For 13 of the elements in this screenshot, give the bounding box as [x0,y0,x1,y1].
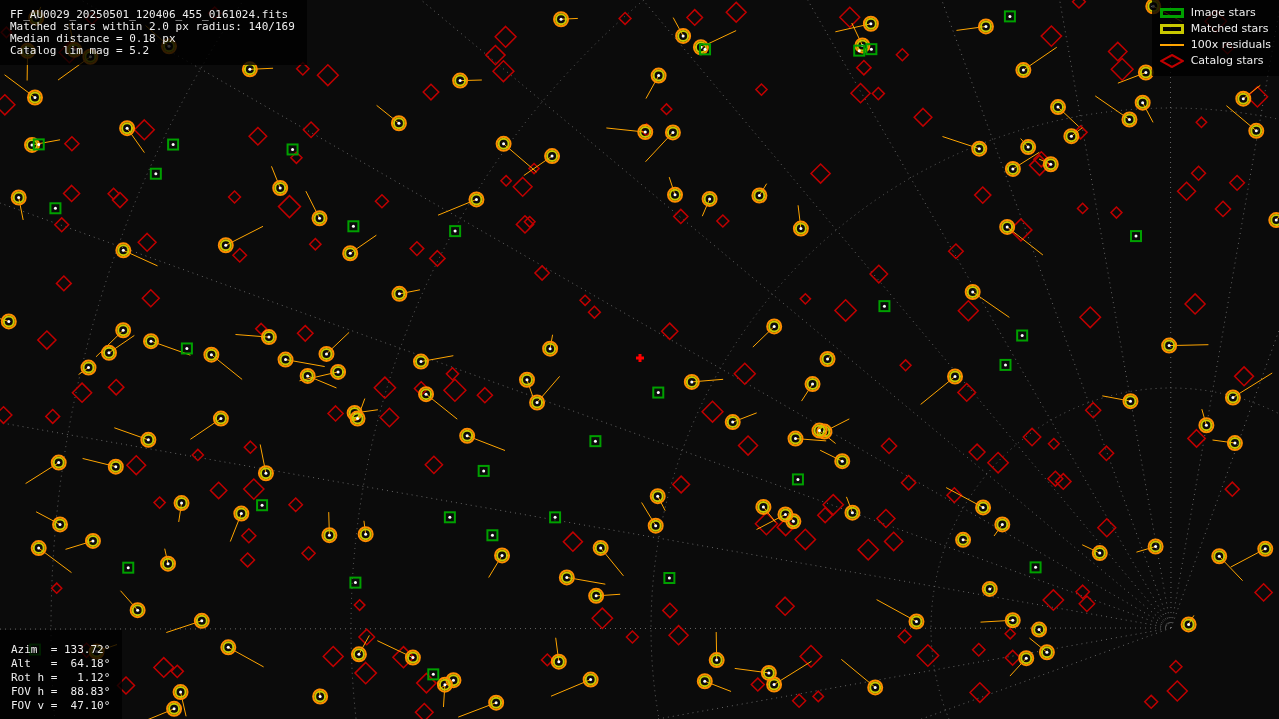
info-text: Median distance = 0.18 px [10,33,177,45]
legend-label: Image stars [1190,6,1256,20]
pointing-text: FOV v = 47.10° [11,699,111,713]
legend-label: Catalog stars [1190,54,1264,68]
info-text: Matched stars within 2.0 px radius: 140/169 [10,21,295,33]
pointing-text: Alt = 64.18° [11,657,111,671]
info-text: FF_AU0029_20250501_120406_455_0161024.fits [10,9,290,21]
pointing-text: Azim = 133.72° [11,643,111,657]
legend-label: Matched stars [1190,22,1269,36]
pointing-text: FOV h = 88.83° [11,685,111,699]
info-text: Catalog lim mag = 5.2 [10,45,151,57]
pointing-text: Rot h = 1.12° [11,671,111,685]
legend-label: 100x residuals [1190,38,1271,52]
